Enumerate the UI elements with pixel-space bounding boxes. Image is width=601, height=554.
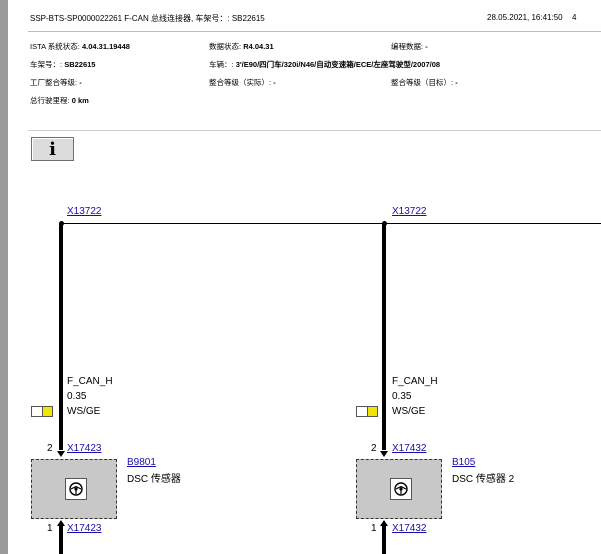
component-b105[interactable] <box>356 459 442 519</box>
wire-left-upper <box>59 224 63 450</box>
wire-color-swatch-right <box>356 406 378 417</box>
header-rule <box>28 31 601 32</box>
pin-number-right-lower: 1 <box>371 523 377 534</box>
total-mileage: 总行驶里程: 0 km <box>30 96 89 105</box>
pin-marker-left-upper <box>57 451 65 457</box>
pin-marker-right-upper <box>380 451 388 457</box>
connector-link-x13722-right[interactable]: X13722 <box>392 206 426 217</box>
wire-color-swatch-left <box>31 406 53 417</box>
wire-gauge-right: 0.35 <box>392 391 412 402</box>
info-button[interactable]: i <box>31 137 74 161</box>
vehicle: 车辆：: 3'/E90/四门车/320i/N46/自动变速箱/ECE/左座驾驶型… <box>209 60 441 69</box>
component-link-b105[interactable]: B105 <box>452 457 475 468</box>
component-link-b9801[interactable]: B9801 <box>127 457 156 468</box>
sensor-icon <box>390 478 412 500</box>
connector-link-x17423-lower[interactable]: X17423 <box>67 523 101 534</box>
pin-number-left-upper: 2 <box>47 443 53 454</box>
page-number: 4 <box>572 13 577 22</box>
wire-right-upper <box>382 224 386 450</box>
integration-level-actual: 整合等级（实际）: - <box>209 78 276 87</box>
pin-number-right-upper: 2 <box>371 443 377 454</box>
info-icon: i <box>49 138 56 160</box>
integration-level-target: 整合等级（目标）: - <box>391 78 458 87</box>
factory-integration-level: 工厂整合等级: - <box>30 78 82 87</box>
wire-color-code-right: WS/GE <box>392 406 426 417</box>
timestamp: 28.05.2021, 16:41:50 <box>487 13 563 22</box>
meta-rule <box>28 130 601 131</box>
component-b9801[interactable] <box>31 459 117 519</box>
signal-name-left: F_CAN_H <box>67 376 113 387</box>
signal-name-right: F_CAN_H <box>392 376 438 387</box>
wire-left-lower <box>59 526 63 554</box>
pin-number-left-lower: 1 <box>47 523 53 534</box>
sensor-icon <box>65 478 87 500</box>
connector-link-x13722-left[interactable]: X13722 <box>67 206 101 217</box>
programming-data: 编程数据: - <box>391 42 428 51</box>
bus-line <box>61 223 601 224</box>
connector-link-x17432-upper[interactable]: X17432 <box>392 443 426 454</box>
wire-color-code-left: WS/GE <box>67 406 101 417</box>
vin: 车架号：: SB22615 <box>30 60 96 69</box>
connector-link-x17423-upper[interactable]: X17423 <box>67 443 101 454</box>
component-name-right: DSC 传感器 2 <box>452 474 515 485</box>
data-status: 数据状态: R4.04.31 <box>209 42 274 51</box>
connector-link-x17432-lower[interactable]: X17432 <box>392 523 426 534</box>
left-gray-bar <box>0 0 8 554</box>
ista-status: ISTA 系统状态: 4.04.31.19448 <box>30 42 130 51</box>
component-name-left: DSC 传感器 <box>127 474 181 485</box>
wire-right-lower <box>382 526 386 554</box>
document-title: SSP-BTS-SP0000022261 F-CAN 总线连接器, 车架号：: … <box>30 14 265 23</box>
wire-gauge-left: 0.35 <box>67 391 87 402</box>
